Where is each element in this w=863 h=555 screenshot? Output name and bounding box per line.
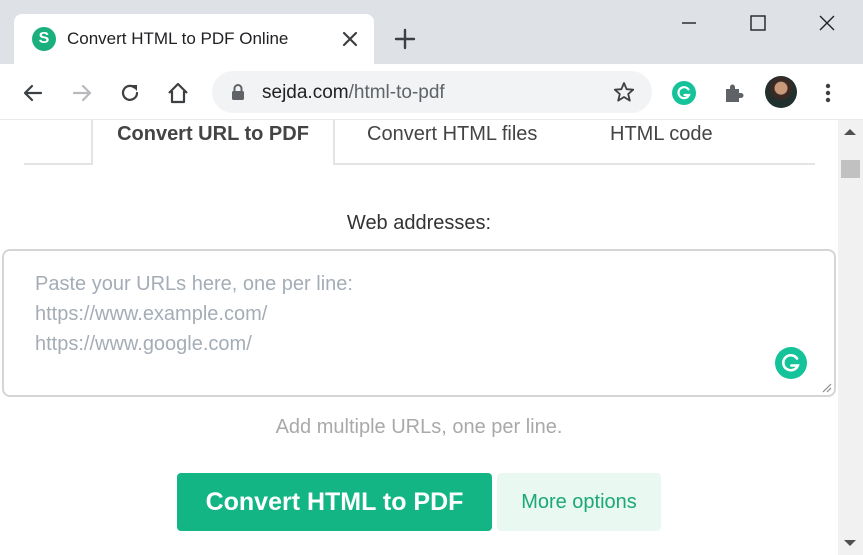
tab-convert-url-label: Convert URL to PDF: [117, 123, 309, 145]
minimize-window-icon[interactable]: [676, 10, 702, 36]
forward-arrow-icon[interactable]: [69, 80, 95, 106]
page-content: Convert URL to PDF Convert HTML files HT…: [0, 120, 838, 555]
tab-divider: [334, 163, 815, 165]
close-window-icon[interactable]: [814, 10, 840, 36]
grammarly-icon[interactable]: [672, 81, 696, 105]
web-addresses-label: Web addresses:: [346, 212, 492, 234]
sejda-favicon-icon: S: [32, 27, 56, 51]
tab-convert-url[interactable]: Convert URL to PDF: [91, 120, 335, 165]
converter-tabs: Convert URL to PDF Convert HTML files HT…: [0, 120, 838, 166]
hint-text: Add multiple URLs, one per line.: [275, 416, 563, 438]
browser-tab-strip: S Convert HTML to PDF Online: [0, 0, 863, 64]
close-tab-icon[interactable]: [338, 27, 362, 51]
placeholder-line: https://www.google.com/: [35, 333, 252, 355]
more-options-button[interactable]: More options: [497, 473, 661, 531]
resize-handle-icon[interactable]: [820, 381, 832, 393]
scroll-up-arrow-icon[interactable]: [844, 129, 856, 135]
kebab-menu-icon[interactable]: [815, 80, 841, 106]
lock-icon[interactable]: [230, 83, 246, 101]
browser-tab[interactable]: S Convert HTML to PDF Online: [14, 14, 374, 64]
tab-title: Convert HTML to PDF Online: [67, 29, 289, 48]
convert-html-to-pdf-button[interactable]: Convert HTML to PDF: [177, 473, 492, 531]
browser-toolbar: sejda.com/html-to-pdf: [0, 64, 863, 120]
reload-icon[interactable]: [117, 80, 143, 106]
tab-convert-html-files[interactable]: Convert HTML files: [367, 123, 537, 146]
urls-textarea[interactable]: Paste your URLs here, one per line: http…: [2, 249, 836, 397]
home-icon[interactable]: [165, 80, 191, 106]
puzzle-icon[interactable]: [721, 80, 747, 106]
tab-divider: [24, 163, 91, 165]
scroll-down-arrow-icon[interactable]: [844, 540, 856, 546]
placeholder-line: https://www.example.com/: [35, 303, 268, 325]
page-scrollbar[interactable]: [838, 120, 863, 555]
tab-html-code[interactable]: HTML code: [610, 123, 713, 146]
avatar[interactable]: [765, 76, 797, 108]
new-tab-icon[interactable]: [392, 26, 418, 52]
url-text[interactable]: sejda.com/html-to-pdf: [262, 82, 445, 104]
placeholder-line: Paste your URLs here, one per line:: [35, 273, 353, 295]
maximize-window-icon[interactable]: [745, 10, 771, 36]
address-bar[interactable]: sejda.com/html-to-pdf: [212, 71, 652, 113]
star-icon[interactable]: [612, 80, 636, 104]
scroll-thumb[interactable]: [841, 160, 860, 178]
back-arrow-icon[interactable]: [20, 80, 46, 106]
grammarly-icon[interactable]: [775, 347, 807, 379]
